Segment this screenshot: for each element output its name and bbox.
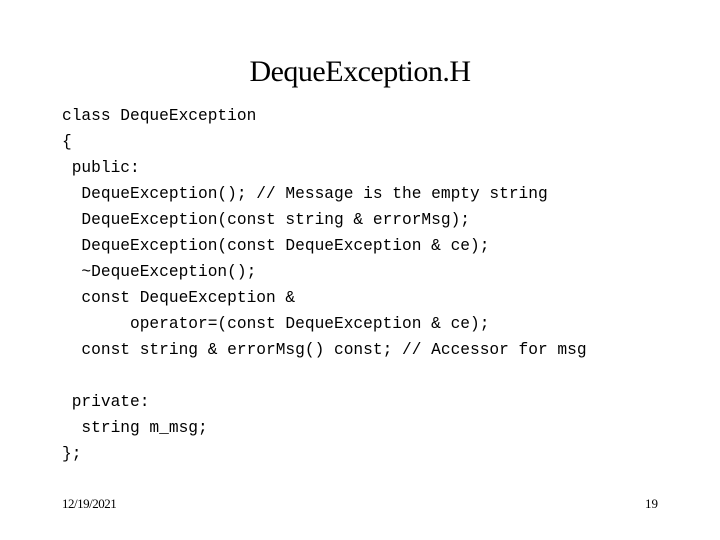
footer-date: 12/19/2021	[62, 496, 117, 511]
footer-page-number: 19	[645, 496, 658, 511]
code-block: class DequeException { public: DequeExcep…	[62, 103, 587, 467]
code-line-close-brace: };	[62, 445, 82, 463]
code-line-copy-ctor: DequeException(const DequeException & ce…	[62, 237, 490, 255]
code-line-open-brace: {	[62, 133, 72, 151]
code-line-private: private:	[62, 393, 150, 411]
code-line-destructor: ~DequeException();	[62, 263, 257, 281]
code-line-member: string m_msg;	[62, 419, 208, 437]
code-line-class-decl: class DequeException	[62, 107, 257, 125]
code-line-default-ctor: DequeException(); // Message is the empt…	[62, 185, 548, 203]
code-line-assign-operator: operator=(const DequeException & ce);	[62, 315, 490, 333]
code-line-public: public:	[62, 159, 140, 177]
code-line-assign-return: const DequeException &	[62, 289, 296, 307]
code-line-accessor: const string & errorMsg() const; // Acce…	[62, 341, 587, 359]
code-line-msg-ctor: DequeException(const string & errorMsg);	[62, 211, 470, 229]
slide-title: DequeException.H	[249, 55, 471, 88]
